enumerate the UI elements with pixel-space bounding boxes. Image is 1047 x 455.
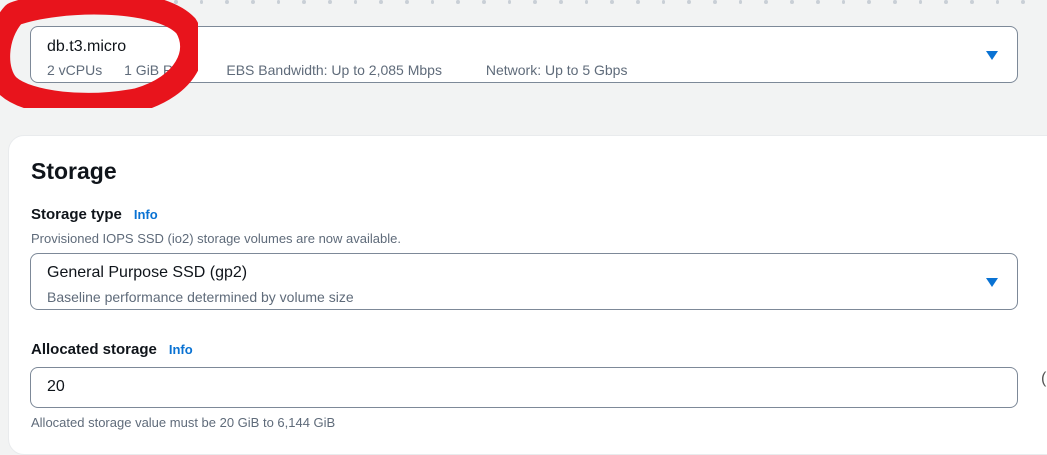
caret-down-icon [986,50,998,60]
ebs-spec: EBS Bandwidth: Up to 2,085 Mbps [226,62,442,78]
storage-section-title: Storage [31,158,117,184]
allocated-storage-info-link[interactable]: Info [169,342,193,357]
storage-type-description: Provisioned IOPS SSD (io2) storage volum… [31,231,401,246]
instance-class-specs: 2 vCPUs 1 GiB RA EBS Bandwidth: Up to 2,… [47,62,645,78]
instance-class-select[interactable]: db.t3.micro 2 vCPUs 1 GiB RA EBS Bandwid… [30,26,1018,83]
network-spec: Network: Up to 5 Gbps [485,62,628,78]
ram-spec: 1 GiB RA [124,62,183,78]
storage-type-label-text: Storage type [31,206,122,223]
storage-type-select[interactable]: General Purpose SSD (gp2) Baseline perfo… [30,253,1018,310]
storage-type-label: Storage type Info [31,206,158,223]
allocated-storage-hint: Allocated storage value must be 20 GiB t… [31,415,336,430]
vcpu-spec: 2 vCPUs [47,62,103,78]
caret-down-icon [986,277,998,287]
edge-glyph: ( [1041,370,1047,387]
allocated-storage-input[interactable]: 20 [30,367,1018,408]
allocated-storage-label: Allocated storage Info [31,341,193,358]
top-dotted-divider [0,0,1047,8]
storage-type-value: General Purpose SSD (gp2) [47,264,248,281]
allocated-storage-label-text: Allocated storage [31,341,157,358]
storage-type-subtext: Baseline performance determined by volum… [47,289,354,305]
storage-type-info-link[interactable]: Info [134,207,158,222]
instance-class-value: db.t3.micro [47,38,127,55]
